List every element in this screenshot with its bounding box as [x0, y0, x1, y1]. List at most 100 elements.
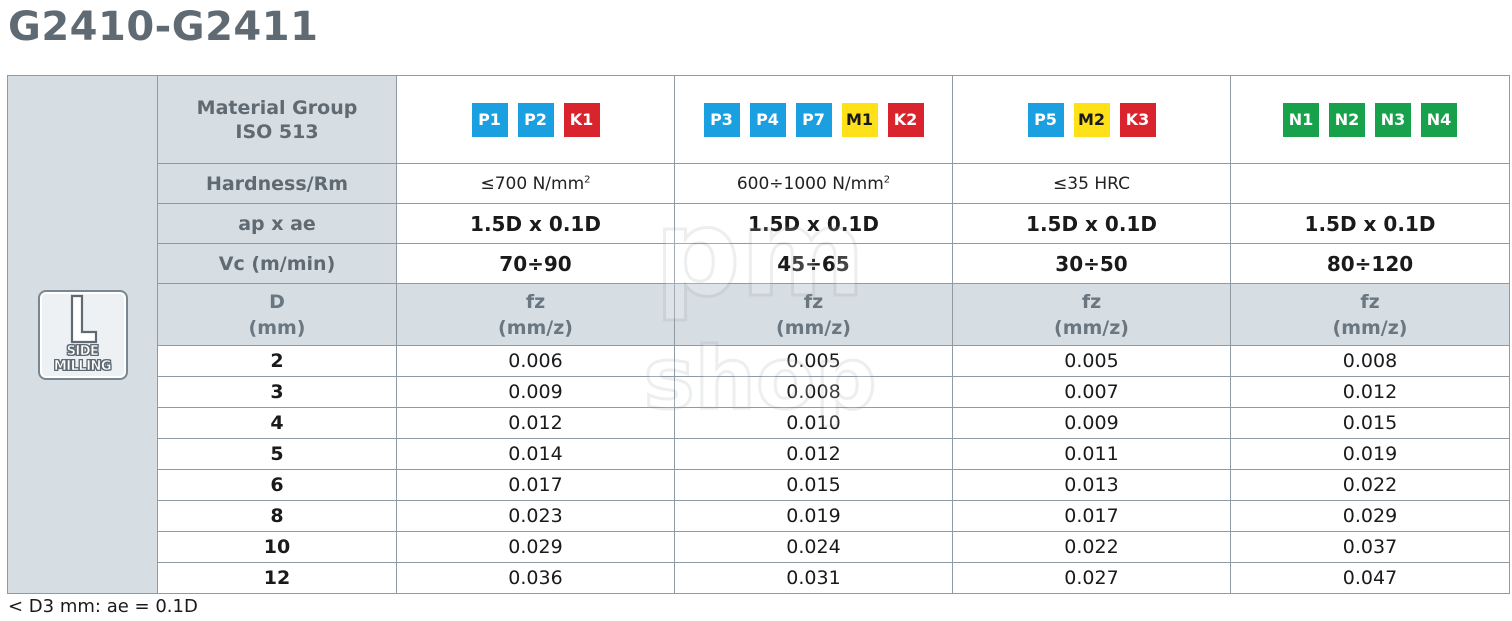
fz-cell: 0.036: [396, 562, 675, 594]
fz-cell: 0.029: [1230, 500, 1510, 532]
diameter-cell: 3: [157, 376, 397, 408]
diameter-cell: 4: [157, 407, 397, 439]
side-milling-badge: SIDE MILLING: [37, 289, 128, 380]
iso-chip-k1: K1: [563, 102, 600, 137]
fz-cell: 0.027: [952, 562, 1231, 594]
fz-cell: 0.012: [674, 438, 953, 470]
fz-cell: 0.010: [674, 407, 953, 439]
material-group-cell: P3 P4 P7 M1 K2: [674, 75, 953, 164]
material-group-cell: P5 M2 K3: [952, 75, 1231, 164]
diameter-cell: 6: [157, 469, 397, 501]
table-row: 2 0.006 0.005 0.005 0.008: [8, 345, 1510, 377]
fz-cell: 0.029: [396, 531, 675, 563]
iso-chip-n3: N3: [1375, 102, 1411, 137]
fz-cell: 0.005: [674, 345, 953, 377]
fz-cell: 0.019: [674, 500, 953, 532]
d-header: D (mm): [157, 283, 397, 346]
fz-cell: 0.022: [1230, 469, 1510, 501]
page-title: G2410-G2411: [8, 4, 319, 50]
fz-cell: 0.015: [1230, 407, 1510, 439]
hardness-value: ≤700 N/mm: [480, 173, 585, 194]
ap-ae-value: 1.5D x 0.1D: [674, 203, 953, 244]
vc-value: 70÷90: [396, 243, 675, 284]
footnote: < D3 mm: ae = 0.1D: [8, 596, 198, 617]
side-column: SIDE MILLING: [7, 75, 158, 594]
fz-cell: 0.011: [952, 438, 1231, 470]
diameter-cell: 5: [157, 438, 397, 470]
fz-header: fz (mm/z): [952, 283, 1231, 346]
ap-ae-header: ap x ae: [157, 203, 397, 244]
iso-chip-n2: N2: [1329, 102, 1365, 137]
vc-header: Vc (m/min): [157, 243, 397, 284]
material-group-cell: P1 P2 K1: [396, 75, 675, 164]
diameter-cell: 10: [157, 531, 397, 563]
iso-chip-p7: P7: [795, 102, 832, 137]
hardness-cell: ≤35 HRC: [952, 163, 1231, 204]
hardness-cell: 600÷1000 N/mm2: [674, 163, 953, 204]
fz-cell: 0.013: [952, 469, 1231, 501]
side-milling-label: SIDE MILLING: [53, 343, 112, 374]
iso-chip-m1: M1: [841, 102, 878, 137]
hardness-unit-exponent: 2: [883, 173, 891, 185]
hardness-unit-exponent: 2: [584, 173, 591, 185]
fz-cell: 0.017: [952, 500, 1231, 532]
material-group-row: SIDE MILLING Material Group ISO 513 P1 P2…: [7, 75, 1510, 594]
iso-chip-p4: P4: [749, 102, 786, 137]
material-group-cell: N1 N2 N3 N4: [1230, 75, 1510, 164]
material-group-header: Material Group ISO 513: [157, 75, 397, 164]
cutting-data-table: SIDE MILLING Material Group ISO 513 P1 P2…: [7, 75, 1510, 594]
fz-cell: 0.047: [1230, 562, 1510, 594]
fz-cell: 0.037: [1230, 531, 1510, 563]
iso-chip-n1: N1: [1283, 102, 1319, 137]
iso-chip-n4: N4: [1421, 102, 1457, 137]
fz-cell: 0.006: [396, 345, 675, 377]
table-row: 4 0.012 0.010 0.009 0.015: [8, 407, 1510, 439]
table-row: 6 0.017 0.015 0.013 0.022: [8, 469, 1510, 501]
hardness-header: Hardness/Rm: [157, 163, 397, 204]
hardness-cell: ≤700 N/mm2: [396, 163, 675, 204]
iso-chip-m2: M2: [1073, 102, 1110, 137]
fz-cell: 0.007: [952, 376, 1231, 408]
vc-value: 30÷50: [952, 243, 1231, 284]
iso-chip-k2: K2: [887, 102, 924, 137]
fz-cell: 0.031: [674, 562, 953, 594]
fz-cell: 0.015: [674, 469, 953, 501]
table-row: 3 0.009 0.008 0.007 0.012: [8, 376, 1510, 408]
fz-cell: 0.023: [396, 500, 675, 532]
ap-ae-value: 1.5D x 0.1D: [952, 203, 1231, 244]
fz-cell: 0.012: [396, 407, 675, 439]
diameter-cell: 8: [157, 500, 397, 532]
iso-chip-p3: P3: [703, 102, 740, 137]
hardness-value: ≤35 HRC: [1053, 173, 1130, 194]
fz-cell: 0.005: [952, 345, 1231, 377]
ap-ae-value: 1.5D x 0.1D: [396, 203, 675, 244]
diameter-cell: 12: [157, 562, 397, 594]
fz-header: fz (mm/z): [396, 283, 675, 346]
hardness-cell: [1230, 163, 1510, 204]
fz-cell: 0.022: [952, 531, 1231, 563]
fz-cell: 0.008: [674, 376, 953, 408]
iso-chip-k3: K3: [1119, 102, 1156, 137]
fz-cell: 0.017: [396, 469, 675, 501]
iso-chip-p1: P1: [471, 102, 508, 137]
fz-cell: 0.009: [396, 376, 675, 408]
table-row: 12 0.036 0.031 0.027 0.047: [8, 562, 1510, 594]
side-milling-icon: [70, 294, 97, 343]
fz-cell: 0.009: [952, 407, 1231, 439]
table-row: 10 0.029 0.024 0.022 0.037: [8, 531, 1510, 563]
table-row: 5 0.014 0.012 0.011 0.019: [8, 438, 1510, 470]
fz-cell: 0.012: [1230, 376, 1510, 408]
ap-ae-row: ap x ae 1.5D x 0.1D 1.5D x 0.1D 1.5D x 0.1…: [8, 203, 1510, 244]
vc-value: 45÷65: [674, 243, 953, 284]
iso-chip-p5: P5: [1027, 102, 1064, 137]
fz-cell: 0.019: [1230, 438, 1510, 470]
fz-cell: 0.014: [396, 438, 675, 470]
d-fz-header-row: D (mm) fz (mm/z) fz (mm/z) fz (mm/z) fz (mm…: [8, 283, 1510, 346]
iso-chip-p2: P2: [517, 102, 554, 137]
fz-cell: 0.008: [1230, 345, 1510, 377]
diameter-cell: 2: [157, 345, 397, 377]
vc-value: 80÷120: [1230, 243, 1510, 284]
table-row: 8 0.023 0.019 0.017 0.029: [8, 500, 1510, 532]
ap-ae-value: 1.5D x 0.1D: [1230, 203, 1510, 244]
fz-cell: 0.024: [674, 531, 953, 563]
